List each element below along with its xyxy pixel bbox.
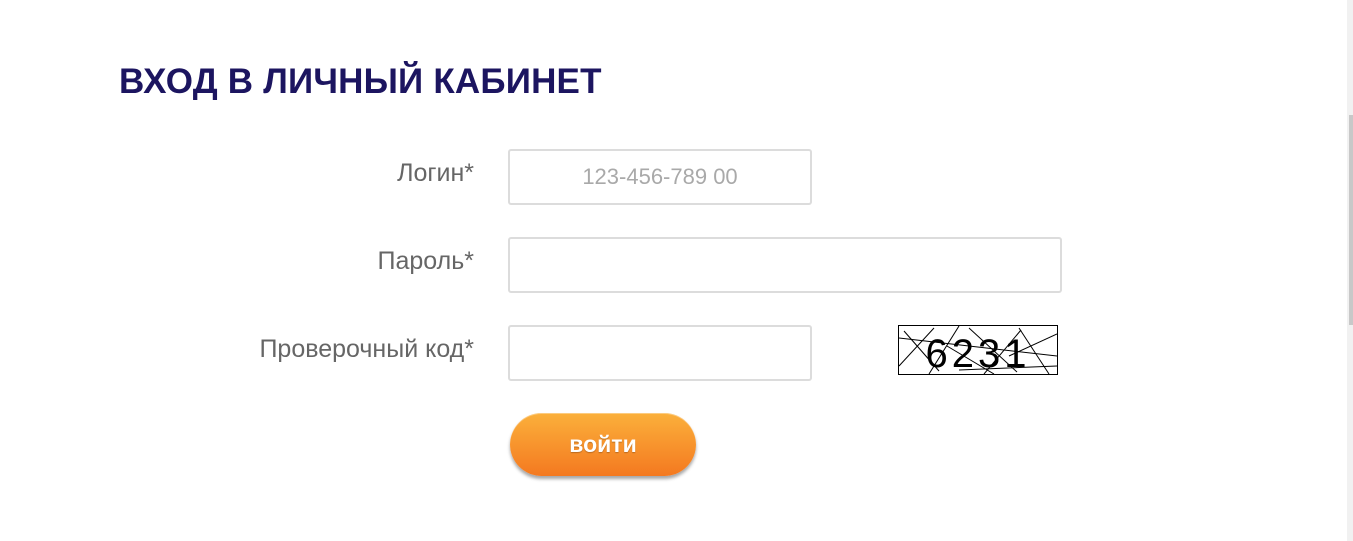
login-button[interactable]: войти <box>510 413 696 476</box>
captcha-image: 6231 <box>898 325 1058 375</box>
password-label: Пароль* <box>377 247 474 275</box>
login-page: ВХОД В ЛИЧНЫЙ КАБИНЕТ Логин* Пароль* Про… <box>0 0 1353 541</box>
captcha-input[interactable] <box>508 325 812 381</box>
captcha-svg: 6231 <box>899 326 1057 374</box>
captcha-text: 6231 <box>926 332 1031 374</box>
page-title: ВХОД В ЛИЧНЫЙ КАБИНЕТ <box>119 62 602 101</box>
login-input[interactable] <box>508 149 812 205</box>
scrollbar-thumb[interactable] <box>1349 115 1353 325</box>
scrollbar-track[interactable] <box>1347 0 1353 541</box>
password-input[interactable] <box>508 237 1062 293</box>
captcha-label: Проверочный код* <box>259 335 474 363</box>
login-label: Логин* <box>397 159 474 187</box>
